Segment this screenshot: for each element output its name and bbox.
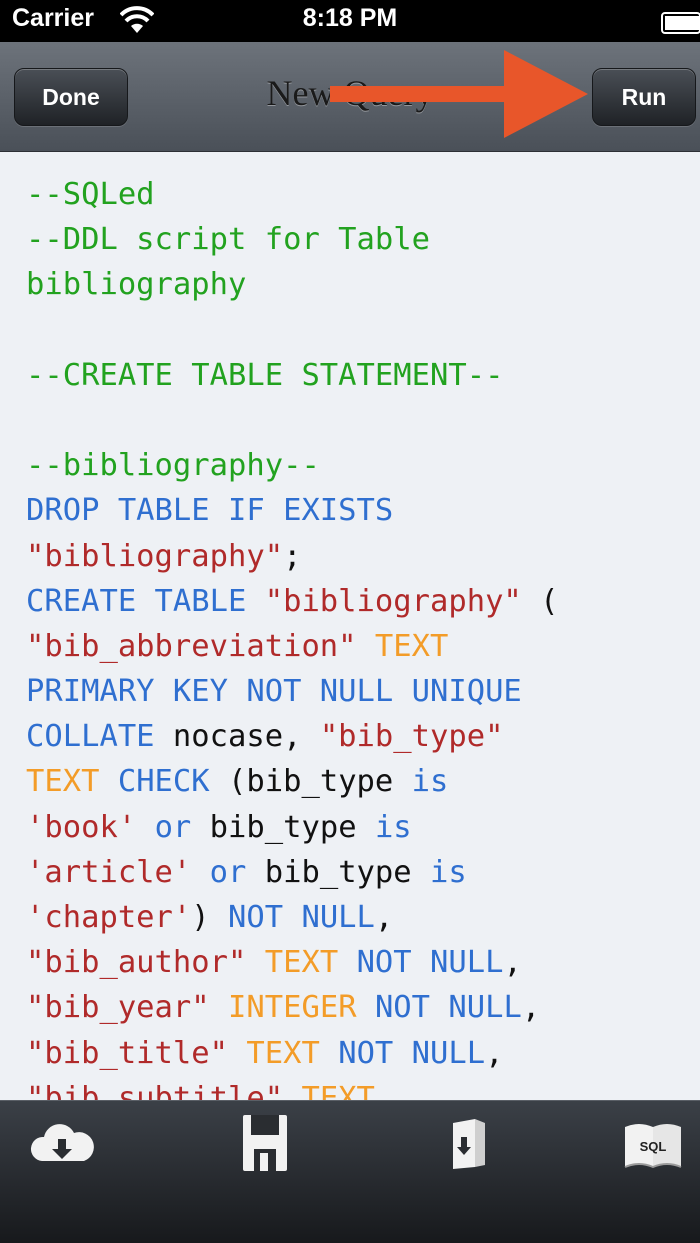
code-line: "bib_title" TEXT NOT NULL,	[26, 1031, 690, 1076]
code-token-keyword: NOT NULL	[338, 1035, 486, 1071]
code-token-keyword: NOT NULL	[374, 990, 522, 1026]
code-line: "bib_year" INTEGER NOT NULL,	[26, 985, 690, 1030]
code-token-string: "bib_abbreviation"	[26, 628, 357, 664]
code-token-type: TEXT	[26, 764, 100, 800]
code-line: COLLATE nocase, "bib_type"	[26, 714, 690, 759]
code-token-plain: bib_type	[246, 854, 431, 890]
code-token-type: INTEGER	[228, 990, 357, 1026]
code-line: "bib_subtitle" TEXT	[26, 1076, 690, 1100]
code-token-string: "bib_type"	[319, 719, 504, 755]
code-line: 'article' or bib_type is	[26, 850, 690, 895]
cloud-download-icon[interactable]	[28, 1109, 96, 1177]
code-token-comment: bibliography	[26, 267, 247, 303]
code-token-keyword: CREATE TABLE	[26, 583, 265, 619]
code-token-type: TEXT	[301, 1080, 375, 1100]
code-line: DROP TABLE IF EXISTS	[26, 488, 690, 533]
code-line: --SQLed	[26, 172, 690, 217]
code-token-string: "bibliography"	[264, 583, 522, 619]
code-token-type: TEXT	[374, 628, 449, 664]
code-token-string: "bib_subtitle"	[26, 1080, 284, 1100]
code-token-keyword: COLLATE	[26, 719, 155, 755]
code-token-comment: --bibliography--	[26, 448, 320, 484]
code-token-comment: --SQLed	[26, 177, 155, 212]
code-token-plain: ,	[485, 1035, 504, 1071]
code-token-plain: )	[191, 900, 228, 935]
code-token-keyword: is	[374, 809, 412, 845]
code-line: bibliography	[26, 262, 690, 307]
save-icon[interactable]	[240, 1109, 290, 1177]
bottom-toolbar: SQL	[0, 1100, 700, 1243]
code-token-plain: bib_type	[191, 809, 375, 845]
code-token-keyword: NOT NULL	[228, 900, 375, 935]
code-line: --CREATE TABLE STATEMENT--	[26, 353, 690, 398]
code-token-string: "bib_title"	[26, 1035, 228, 1071]
code-token-plain: (bib_type	[209, 764, 412, 800]
code-line: "bib_abbreviation" TEXT	[26, 624, 690, 669]
code-line: TEXT CHECK (bib_type is	[26, 759, 690, 804]
code-token-keyword: PRIMARY KEY NOT NULL UNIQUE	[26, 674, 522, 710]
code-token-keyword: DROP TABLE IF EXISTS	[26, 493, 394, 529]
code-token-string: 'article'	[26, 854, 192, 890]
code-token-keyword: is	[430, 854, 467, 890]
code-line: "bib_author" TEXT NOT NULL,	[26, 940, 690, 985]
code-token-string: "bib_year"	[26, 990, 210, 1026]
code-line: --DDL script for Table	[26, 217, 690, 262]
code-line: --bibliography--	[26, 443, 690, 488]
code-token-keyword: NOT NULL	[356, 945, 504, 981]
code-token-type: TEXT	[246, 1035, 320, 1071]
status-time: 8:18 PM	[302, 4, 398, 32]
code-line: 'chapter') NOT NULL,	[26, 895, 690, 940]
battery-icon	[660, 12, 700, 34]
code-token-plain: ,	[503, 945, 522, 981]
code-token-string: 'chapter'	[26, 900, 192, 935]
code-token-plain: (	[521, 583, 559, 619]
code-token-comment: --CREATE TABLE STATEMENT--	[26, 357, 504, 393]
code-token-string: "bib_author"	[26, 945, 247, 981]
code-token-plain: ;	[283, 538, 302, 574]
code-token-plain: nocase,	[154, 719, 320, 755]
status-bar: Carrier 8:18 PM	[0, 0, 700, 42]
sql-book-icon[interactable]: SQL	[622, 1109, 684, 1177]
code-line: 'book' or bib_type is	[26, 805, 690, 850]
code-token-string: 'book'	[26, 809, 137, 845]
code-token-keyword: CHECK	[117, 764, 210, 800]
navigation-bar: Done New Query Run	[0, 42, 700, 152]
code-token-comment: --DDL script for Table	[26, 222, 430, 258]
svg-text:SQL: SQL	[640, 1139, 667, 1154]
code-line: PRIMARY KEY NOT NULL UNIQUE	[26, 669, 690, 714]
code-line: "bibliography";	[26, 534, 690, 579]
code-token-plain: ,	[374, 900, 394, 935]
code-token-keyword: or	[154, 809, 192, 845]
code-token-plain: ,	[521, 990, 541, 1026]
import-icon[interactable]	[445, 1109, 491, 1177]
code-token-string: "bibliography"	[26, 538, 284, 574]
run-button[interactable]: Run	[592, 68, 696, 126]
sql-editor[interactable]: --SQLed --DDL script for Table bibliograph…	[0, 152, 700, 1100]
code-token-keyword: is	[411, 764, 449, 800]
code-line: CREATE TABLE "bibliography" (	[26, 579, 690, 624]
code-token-keyword: or	[209, 854, 247, 890]
code-token-type: TEXT	[264, 945, 339, 981]
